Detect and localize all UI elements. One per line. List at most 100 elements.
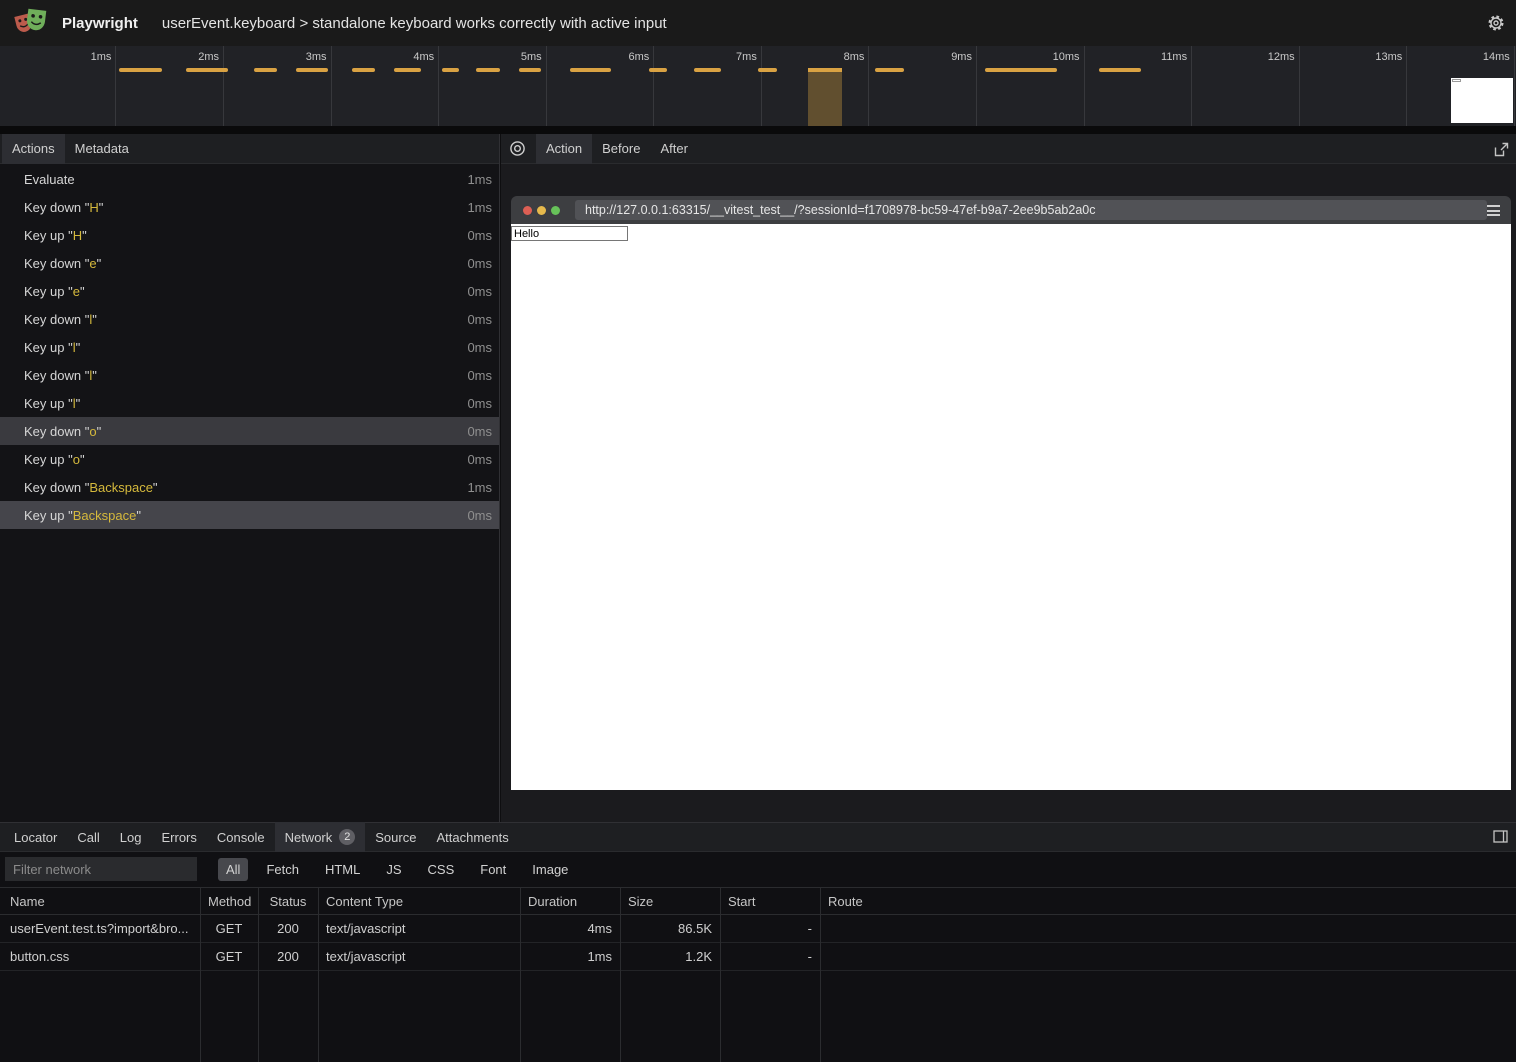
network-count-badge: 2 [339,829,355,845]
column-header-start[interactable]: Start [720,894,820,909]
column-header-status[interactable]: Status [258,894,318,909]
trace-title: userEvent.keyboard > standalone keyboard… [162,15,667,32]
tab-actions[interactable]: Actions [2,134,65,164]
details-panel: LocatorCallLogErrorsConsole Network 2 Sourc… [0,822,1516,1062]
tab-network[interactable]: Network 2 [275,822,366,852]
timeline[interactable]: 1ms2ms3ms4ms5ms6ms7ms8ms9ms10ms11ms12ms1… [0,46,1516,126]
browser-snapshot: http://127.0.0.1:63315/__vitest_test__/?… [511,196,1511,790]
action-key-name: e [89,256,96,271]
tab-label: Network [285,830,333,845]
column-header-content-type[interactable]: Content Type [318,894,520,909]
tab-metadata[interactable]: Metadata [65,134,139,164]
tab-log[interactable]: Log [110,822,152,852]
action-row[interactable]: Key down "o"0ms [0,417,499,445]
filter-network-input[interactable] [5,857,197,881]
filter-chip-js[interactable]: JS [378,858,409,881]
browser-menu-icon [1487,205,1500,216]
action-row[interactable]: Key up "e"0ms [0,277,499,305]
timeline-tick-label: 3ms [306,51,327,63]
open-snapshot-popout-icon[interactable] [1494,142,1509,157]
tab-attachments[interactable]: Attachments [426,822,518,852]
timeline-gridline [115,46,116,126]
action-row[interactable]: Key up "l"0ms [0,389,499,417]
action-label: Evaluate [24,172,75,187]
traffic-light-green [551,206,560,215]
timeline-action-bar [442,68,459,72]
timeline-gridline [976,46,977,126]
action-key-name: o [89,424,96,439]
tab-source[interactable]: Source [365,822,426,852]
column-header-duration[interactable]: Duration [520,894,620,909]
action-duration: 1ms [467,172,492,187]
settings-gear-icon[interactable] [1487,14,1505,32]
tab-console[interactable]: Console [207,822,275,852]
pick-locator-target-icon[interactable] [509,140,526,157]
tab-label: Action [546,141,582,156]
network-cell: - [720,921,820,936]
action-duration: 0ms [467,340,492,355]
network-request-row[interactable]: userEvent.test.ts?import&bro...GET200tex… [0,915,1516,943]
timeline-gridline [653,46,654,126]
network-table: NameMethodStatusContent TypeDurationSize… [0,887,1516,1062]
timeline-gridline [1514,46,1515,126]
column-separator [318,887,319,1062]
toggle-sidebar-icon[interactable] [1493,830,1508,843]
action-duration: 0ms [467,452,492,467]
action-row[interactable]: Evaluate 1ms [0,165,499,193]
action-row[interactable]: Key up "Backspace"0ms [0,501,499,529]
filter-chip-image[interactable]: Image [524,858,576,881]
column-separator [720,887,721,1062]
network-request-row[interactable]: button.cssGET200text/javascript1ms1.2K- [0,943,1516,971]
filter-chip-html[interactable]: HTML [317,858,368,881]
timeline-screenshot-thumbnail [1451,78,1513,123]
action-row[interactable]: Key down "e" 0ms [0,249,499,277]
column-separator [820,887,821,1062]
timeline-tick-label: 9ms [951,51,972,63]
column-separator [620,887,621,1062]
action-label: Key down "e" [24,256,101,271]
timeline-action-bar [352,68,375,72]
column-header-method[interactable]: Method [200,894,258,909]
timeline-gridline [223,46,224,126]
address-bar: http://127.0.0.1:63315/__vitest_test__/?… [575,200,1487,220]
action-row[interactable]: Key down "l"0ms [0,361,499,389]
action-duration: 0ms [467,312,492,327]
tab-before[interactable]: Before [592,134,650,164]
filter-chip-font[interactable]: Font [472,858,514,881]
action-row[interactable]: Key up "H"0ms [0,221,499,249]
timeline-tick-label: 1ms [91,51,112,63]
timeline-action-bar [758,68,777,72]
action-row[interactable]: Key up "o"0ms [0,445,499,473]
action-duration: 0ms [467,256,492,271]
column-separator [258,887,259,1062]
action-row[interactable]: Key down "l"0ms [0,305,499,333]
hello-text-input[interactable] [511,226,628,241]
timeline-selected-range[interactable] [808,68,842,126]
tab-action[interactable]: Action [536,134,592,164]
action-row[interactable]: Key down "Backspace"1ms [0,473,499,501]
filter-chip-all[interactable]: All [218,858,248,881]
action-key-name: Backspace [73,508,137,523]
action-row[interactable]: Key down "H"1ms [0,193,499,221]
timeline-gridline [761,46,762,126]
filter-chip-css[interactable]: CSS [420,858,463,881]
timeline-gridline [546,46,547,126]
action-row[interactable]: Key up "l"0ms [0,333,499,361]
column-header-name[interactable]: Name [0,894,200,909]
network-cell: text/javascript [318,921,520,936]
tab-after[interactable]: After [650,134,697,164]
timeline-divider [0,126,1516,134]
timeline-tick-label: 11ms [1161,51,1187,63]
network-cell: GET [200,949,258,964]
filter-chip-fetch[interactable]: Fetch [258,858,307,881]
column-header-size[interactable]: Size [620,894,720,909]
action-label: Key down "o" [24,424,101,439]
tab-label: Metadata [75,141,129,156]
tab-locator[interactable]: Locator [4,822,67,852]
app-header: Playwright userEvent.keyboard > standalo… [0,0,1516,46]
column-header-route[interactable]: Route [820,894,1516,909]
tab-call[interactable]: Call [67,822,109,852]
action-key-name: e [73,284,80,299]
playwright-logo-icon [14,7,48,39]
tab-errors[interactable]: Errors [151,822,206,852]
